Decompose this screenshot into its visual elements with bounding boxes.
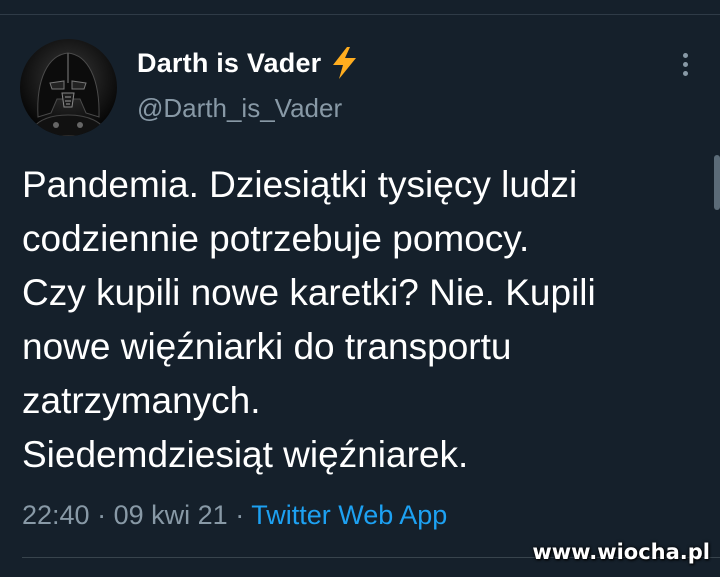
tweet-source-link[interactable]: Twitter Web App [251,500,447,530]
author-handle[interactable]: @Darth_is_Vader [137,93,342,124]
darth-vader-helmet-icon [27,52,111,136]
tweet-line: nowe więźniarki do transportu [22,326,512,367]
tweet-line: Siedemdziesiąt więźniarek. [22,434,469,475]
watermark: www.wiocha.pl [532,540,710,564]
lightning-bolt-icon [329,46,359,80]
tweet-text: Pandemia. Dziesiątki tysięcy ludzi codzi… [22,158,702,482]
tweet-metadata: 22:40 · 09 kwi 21 · Twitter Web App [22,500,447,531]
author-display-name[interactable]: Darth is Vader [137,48,321,79]
top-divider [0,14,720,15]
meta-separator: · [97,500,107,530]
tweet-time[interactable]: 22:40 [22,500,90,530]
tweet-line: zatrzymanych. [22,380,261,421]
tweet-line: codziennie potrzebuje pomocy. [22,218,530,259]
tweet-date[interactable]: 09 kwi 21 [114,500,228,530]
meta-separator: · [235,500,245,530]
avatar[interactable] [20,39,117,136]
tweet-line: Pandemia. Dziesiątki tysięcy ludzi [22,164,578,205]
scrollbar[interactable] [714,155,720,210]
more-options-icon[interactable] [675,53,695,79]
tweet-line: Czy kupili nowe karetki? Nie. Kupili [22,272,596,313]
author-name-row[interactable]: Darth is Vader [137,46,359,80]
